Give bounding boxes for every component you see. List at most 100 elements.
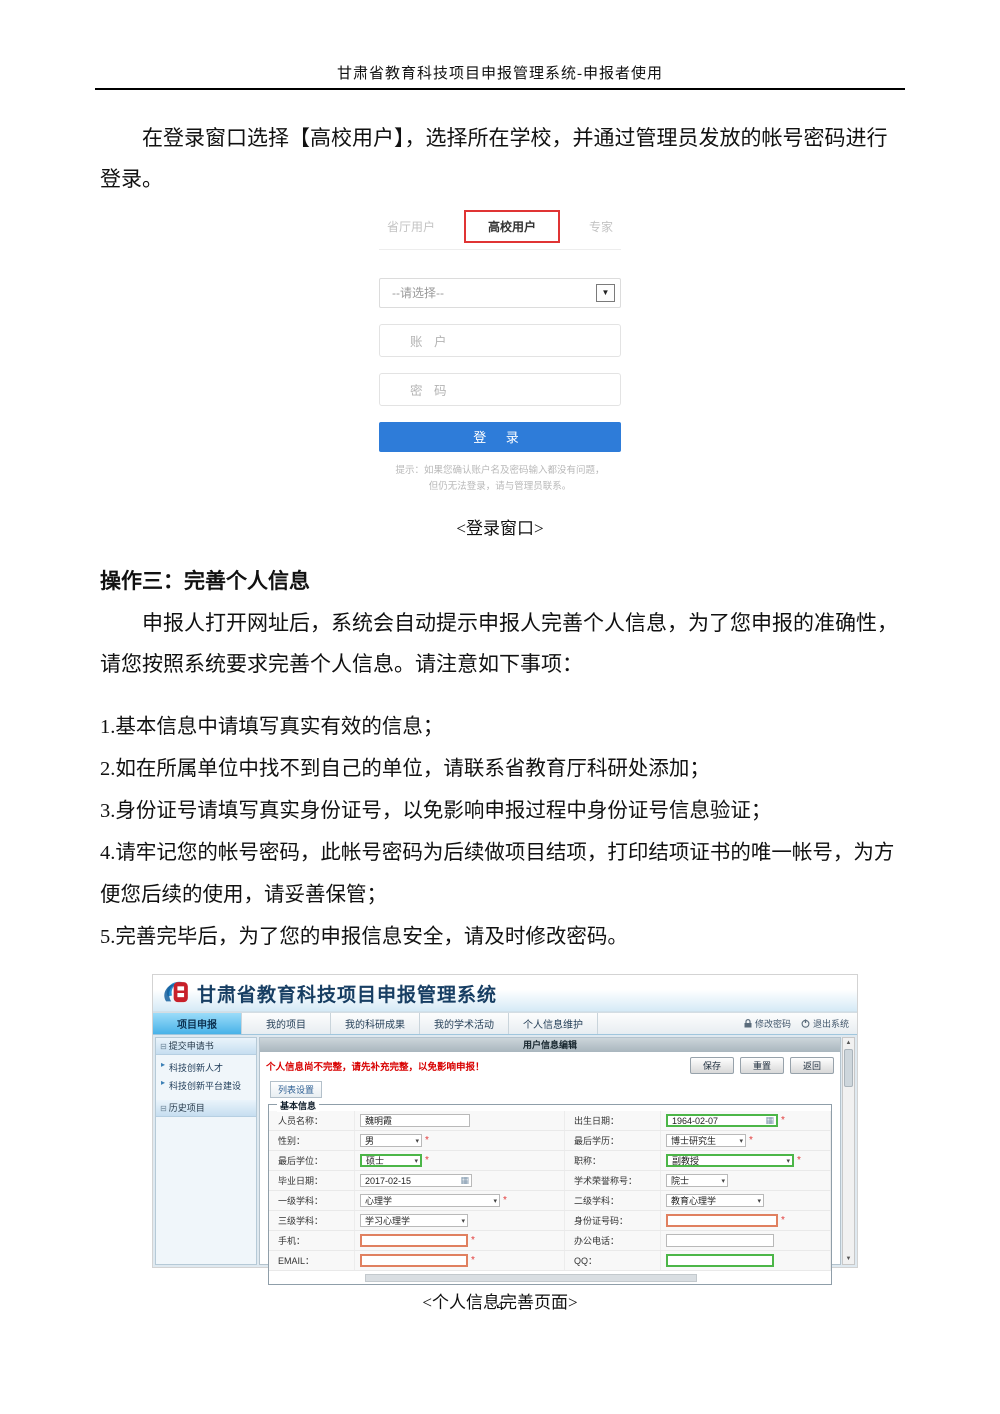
sidebar-group-submit[interactable]: ⊟提交申请书: [156, 1038, 256, 1055]
power-icon: [801, 1019, 810, 1028]
triangle-bullet-icon: ▸: [161, 1078, 165, 1087]
save-button[interactable]: 保存: [690, 1057, 734, 1074]
field-value-cell: 魏明霞 ▾ ▦ *: [355, 1111, 565, 1130]
page-number: 4: [0, 1298, 1000, 1314]
form-row: 性别： 男 ▾ ▦ * 最后学历： 博士研究生 ▾ ▦ *: [269, 1131, 831, 1151]
field-label-cell: QQ：: [565, 1251, 661, 1270]
field-label-cell: 最后学历：: [565, 1131, 661, 1150]
required-asterisk: *: [425, 1135, 429, 1146]
nav-tab-academic-activity[interactable]: 我的学术活动: [420, 1013, 509, 1034]
field-input[interactable]: ▾ ▦: [360, 1234, 468, 1247]
sidebar-item-label: 科技创新平台建设: [169, 1081, 241, 1091]
field-input[interactable]: 硕士 ▾ ▦: [360, 1154, 422, 1167]
field-input[interactable]: 院士 ▾ ▦: [666, 1174, 728, 1187]
tab-university-user[interactable]: 高校用户: [464, 210, 560, 243]
school-select[interactable]: --请选择-- ▼: [379, 278, 621, 308]
dropdown-arrow-icon[interactable]: ▼: [596, 284, 615, 302]
vertical-scrollbar[interactable]: ▲ ▼: [842, 1037, 855, 1265]
field-value-cell: 学习心理学 ▾ ▦ *: [355, 1211, 565, 1230]
field-input[interactable]: 博士研究生 ▾ ▦: [666, 1134, 746, 1147]
notes-list: 1.基本信息中请填写真实有效的信息； 2.如在所属单位中找不到自己的单位，请联系…: [100, 706, 900, 958]
dropdown-arrow-icon: ▾: [493, 1197, 497, 1205]
sidebar-group-submit-label: 提交申请书: [169, 1041, 214, 1051]
sidebar-item-label: 科技创新人才: [169, 1063, 223, 1073]
required-asterisk: *: [797, 1155, 801, 1166]
note-item-2: 2.如在所属单位中找不到自己的单位，请联系省教育厅科研处添加；: [100, 748, 900, 790]
nav-right-area: 修改密码 退出系统: [744, 1013, 857, 1034]
field-label: 性别：: [278, 1134, 305, 1147]
sidebar-item-innovation-talent[interactable]: ▸科技创新人才: [156, 1058, 256, 1076]
field-input[interactable]: 男 ▾ ▦: [360, 1134, 422, 1147]
form-row: 人员名称： 魏明霞 ▾ ▦ * 出生日期： 1964-02-07 ▾ ▦ *: [269, 1111, 831, 1131]
field-label: 毕业日期：: [278, 1174, 323, 1187]
field-input[interactable]: ▾ ▦: [666, 1234, 774, 1247]
sidebar-items: ▸科技创新人才 ▸ 科技创新平台建设: [156, 1055, 256, 1100]
list-settings-tab[interactable]: 列表设置: [270, 1081, 322, 1098]
field-label-cell: 学术荣誉称号：: [565, 1171, 661, 1190]
section-paragraph: 申报人打开网址后，系统会自动提示申报人完善个人信息，为了您申报的准确性，请您按照…: [100, 603, 900, 685]
field-input[interactable]: 2017-02-15 ▾ ▦: [360, 1174, 472, 1187]
nav-tab-my-projects[interactable]: 我的项目: [242, 1013, 331, 1034]
field-input[interactable]: ▾ ▦: [360, 1254, 468, 1267]
field-input[interactable]: ▾ ▦: [666, 1254, 774, 1267]
field-input[interactable]: 1964-02-07 ▾ ▦: [666, 1114, 778, 1127]
field-label-cell: 人员名称：: [269, 1111, 355, 1130]
dropdown-arrow-icon: ▾: [739, 1137, 743, 1145]
logout-label: 退出系统: [813, 1017, 849, 1030]
field-label: 二级学科：: [574, 1194, 619, 1207]
back-button[interactable]: 返回: [790, 1057, 834, 1074]
login-tab-bar: 省厅用户 高校用户 专家: [379, 214, 621, 250]
logout-button[interactable]: 退出系统: [801, 1017, 849, 1030]
field-label: 一级学科：: [278, 1194, 323, 1207]
field-input[interactable]: 副教授 ▾ ▦: [666, 1154, 794, 1167]
field-label: 身份证号码：: [574, 1214, 628, 1227]
field-value: 博士研究生: [671, 1134, 716, 1147]
field-input[interactable]: 学习心理学 ▾ ▦: [360, 1214, 468, 1227]
field-label: 手机：: [278, 1234, 305, 1247]
tab-expert[interactable]: 专家: [583, 214, 619, 239]
reset-button[interactable]: 重置: [740, 1057, 784, 1074]
note-item-4: 4.请牢记您的帐号密码，此帐号密码为后续做项目结项，打印结项证书的唯一帐号，为方…: [100, 832, 900, 916]
app-screenshot: 甘肃省教育科技项目申报管理系统 项目申报 我的项目 我的科研成果 我的学术活动 …: [152, 974, 858, 1268]
account-input[interactable]: 账 户: [379, 324, 621, 357]
field-input[interactable]: 教育心理学 ▾ ▦: [666, 1194, 764, 1207]
field-value: 心理学: [365, 1194, 392, 1207]
form-row: 手机： ▾ ▦ * 办公电话： ▾ ▦ *: [269, 1231, 831, 1251]
warning-row: 个人信息尚不完整，请先补充完整，以免影响申报！ 保存 重置 返回: [260, 1052, 840, 1077]
lock-icon: [744, 1019, 752, 1028]
scroll-up-icon[interactable]: ▲: [846, 1039, 852, 1047]
required-asterisk: *: [781, 1215, 785, 1226]
note-item-5: 5.完善完毕后，为了您的申报信息安全，请及时修改密码。: [100, 916, 900, 958]
field-input[interactable]: ▾ ▦: [666, 1214, 778, 1227]
sidebar-group-history[interactable]: ⊟历史项目: [156, 1100, 256, 1117]
change-password-button[interactable]: 修改密码: [744, 1017, 791, 1030]
field-value-cell: ▾ ▦ *: [355, 1231, 565, 1250]
password-input[interactable]: 密 码: [379, 373, 621, 406]
field-value: 副教授: [672, 1154, 699, 1167]
nav-tab-personal-info[interactable]: 个人信息维护: [509, 1013, 598, 1034]
collapse-icon: ⊟: [160, 1042, 167, 1051]
field-label-cell: 办公电话：: [565, 1231, 661, 1250]
field-value: 2017-02-15: [365, 1176, 411, 1186]
login-button[interactable]: 登 录: [379, 422, 621, 452]
note-item-3: 3.身份证号请填写真实身份证号，以免影响申报过程中身份证号信息验证；: [100, 790, 900, 832]
field-value: 1964-02-07: [672, 1116, 718, 1126]
scrollbar-thumb[interactable]: [844, 1049, 853, 1087]
scroll-down-icon[interactable]: ▼: [846, 1255, 852, 1263]
field-input[interactable]: 魏明霞 ▾ ▦: [360, 1114, 470, 1127]
field-label: 最后学历：: [574, 1134, 619, 1147]
app-logo-icon: [161, 978, 193, 1008]
field-label-cell: 最后学位：: [269, 1151, 355, 1170]
field-label: 三级学科：: [278, 1214, 323, 1227]
field-label: 学术荣誉称号：: [574, 1174, 637, 1187]
field-value: 学习心理学: [365, 1214, 410, 1227]
tab-province-user[interactable]: 省厅用户: [381, 214, 441, 239]
required-asterisk: *: [503, 1195, 507, 1206]
field-input[interactable]: 心理学 ▾ ▦: [360, 1194, 500, 1207]
nav-tab-research-results[interactable]: 我的科研成果: [331, 1013, 420, 1034]
nav-tab-project-apply[interactable]: 项目申报: [153, 1013, 242, 1034]
required-asterisk: *: [471, 1255, 475, 1266]
app-sidebar: ⊟提交申请书 ▸科技创新人才 ▸ 科技创新平台建设 ⊟历史项目: [155, 1037, 257, 1265]
form-row: 三级学科： 学习心理学 ▾ ▦ * 身份证号码： ▾ ▦ *: [269, 1211, 831, 1231]
sidebar-item-innovation-platform[interactable]: ▸ 科技创新平台建设: [156, 1076, 256, 1094]
